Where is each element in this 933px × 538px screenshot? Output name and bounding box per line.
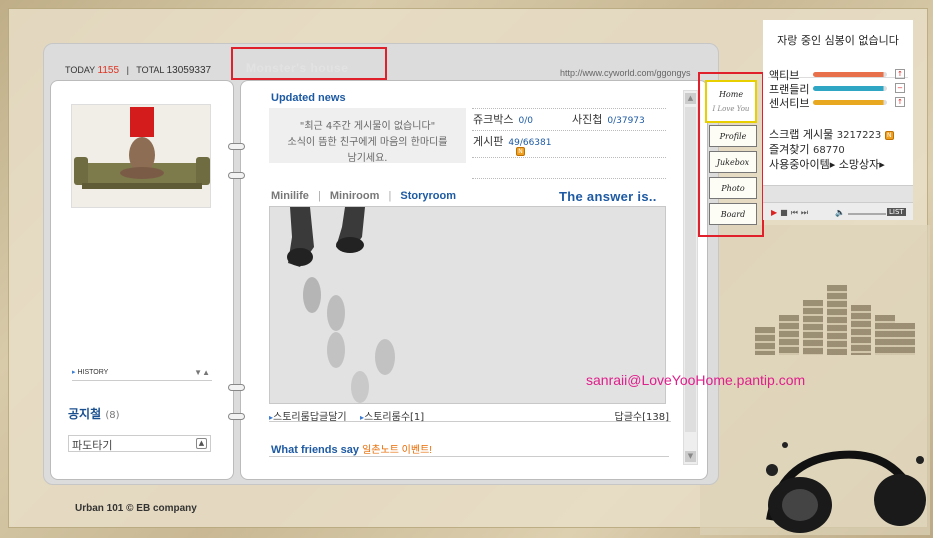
- playlist-button[interactable]: LIST: [887, 208, 906, 216]
- reply-count: 답글수[138]: [614, 412, 670, 423]
- stat-label: 게시판: [473, 135, 504, 148]
- homepage-title-box[interactable]: Monster's house: [231, 47, 387, 80]
- stat-label: 사진첩: [572, 113, 603, 126]
- history-menu[interactable]: ▸ HISTORY ▼▲: [72, 368, 212, 381]
- next-icon[interactable]: ⏭: [801, 208, 811, 217]
- homepage-url[interactable]: http://www.cyworld.com/ggongys: [560, 68, 706, 78]
- menu-tab-profile[interactable]: Profile: [709, 125, 757, 147]
- notice-count: (8): [105, 410, 120, 421]
- news-empty-line: 소식이 뜸한 친구에게 마음의 한마디를: [287, 137, 448, 148]
- music-player: ▶■⏮⏭ 🔈 LIST: [763, 185, 913, 220]
- new-badge-icon: N: [516, 147, 525, 156]
- headphone-decoration: [766, 442, 926, 533]
- binder-ring: [228, 413, 245, 420]
- stat-label: 쥬크박스: [473, 113, 514, 126]
- tab-storyroom[interactable]: Storyroom: [400, 190, 456, 202]
- play-icon[interactable]: ▶: [771, 208, 780, 217]
- total-label: TOTAL: [136, 65, 165, 75]
- menu-tab-label: Home: [718, 90, 744, 99]
- divider: [472, 178, 666, 179]
- binder-ring: [228, 172, 245, 179]
- scrap-count[interactable]: 스크랩 게시물 3217223 N: [769, 126, 894, 142]
- ilchon-event-link[interactable]: 일촌노트 이벤트!: [362, 445, 432, 456]
- copyright-text: Urban 101 © EB company: [75, 503, 197, 514]
- menu-tab-photo[interactable]: Photo: [709, 177, 757, 199]
- select-up-icon[interactable]: ▲: [196, 438, 207, 449]
- tab-miniroom[interactable]: Miniroom: [330, 190, 380, 202]
- volume-icon[interactable]: 🔈: [835, 208, 845, 217]
- history-label: HISTORY: [77, 369, 109, 376]
- menu-tab-sub: I Love You: [712, 105, 750, 113]
- news-empty-box: "최근 4주간 게시물이 없습니다" 소식이 뜸한 친구에게 마음의 한마디를 …: [269, 108, 466, 164]
- equalizer-bars-decoration: [755, 285, 915, 355]
- storyroom-footer: ▸스토리룸답글달기 ▸스토리룸수[1] 답글수[138]: [269, 406, 671, 423]
- today-count: 1155: [97, 65, 120, 76]
- tab-separator: |: [388, 190, 392, 202]
- visitor-counter: TODAY 1155 | TOTAL 13059337: [65, 65, 211, 76]
- stop-icon[interactable]: ■: [780, 208, 791, 217]
- stat-board[interactable]: 게시판 49/66381: [473, 133, 552, 149]
- storyroom-title: The answer is..: [559, 189, 657, 204]
- binder-ring: [228, 143, 245, 150]
- scroll-down-icon[interactable]: ▼: [685, 451, 696, 462]
- counter-separator: |: [126, 65, 129, 75]
- binder-ring: [228, 384, 245, 391]
- stat-value: 49/66381: [508, 138, 552, 148]
- expand-collapse-icon[interactable]: ▼▲: [194, 368, 210, 377]
- storyroom-count-link[interactable]: ▸스토리룸수[1]: [360, 408, 424, 423]
- room-tabs: Minilife | Miniroom | Storyroom: [271, 190, 456, 202]
- prev-icon[interactable]: ⏮: [791, 208, 801, 217]
- scroll-up-icon[interactable]: ▲: [685, 93, 696, 104]
- updated-news-title: Updated news: [271, 92, 346, 104]
- meter-up-icon[interactable]: ↑: [895, 97, 905, 107]
- side-widget-header: 자랑 중인 심봉이 없습니다: [777, 34, 899, 47]
- items-links[interactable]: 사용중아이템▸ 소망상자▸: [769, 156, 885, 172]
- today-label: TODAY: [65, 65, 96, 75]
- player-controls: ▶■⏮⏭: [771, 208, 811, 218]
- favorites-count[interactable]: 즐겨찾기 68770: [769, 141, 845, 157]
- profile-photo: [71, 104, 211, 208]
- notice-title: 공지철 (8): [68, 405, 119, 422]
- divider: [269, 456, 669, 457]
- surf-select-value: 파도타기: [72, 439, 113, 452]
- arrow-right-icon: ▸: [829, 158, 836, 171]
- side-widget: 자랑 중인 심봉이 없습니다 액티브 ↑ 프랜들리 − 센서티브 ↑ 스크랩 게…: [763, 20, 913, 220]
- menu-tab-board[interactable]: Board: [709, 203, 757, 225]
- divider: [472, 157, 666, 158]
- wish-box-link[interactable]: 소망상자: [839, 158, 879, 171]
- homepage-title: Monster's house: [246, 61, 349, 75]
- meter-up-icon[interactable]: ↑: [895, 69, 905, 79]
- notice-label: 공지철: [68, 407, 102, 421]
- news-empty-line: "최근 4주간 게시물이 없습니다": [299, 121, 436, 132]
- total-count: 13059337: [166, 65, 212, 76]
- divider: [472, 108, 666, 109]
- news-empty-line: 남기세요.: [347, 153, 388, 164]
- friends-say-label: What friends say: [271, 444, 360, 456]
- meter-sensitive-bar: [813, 100, 887, 105]
- meter-friendly-bar: [813, 86, 887, 91]
- stat-value: 0/37973: [607, 116, 645, 126]
- arrow-right-icon: ▸: [72, 369, 76, 376]
- menu-tab-home[interactable]: Home I Love You: [705, 80, 757, 123]
- scrollbar[interactable]: ▲ ▼: [683, 90, 698, 465]
- player-display: [763, 186, 913, 203]
- meter-active-bar: [813, 72, 887, 77]
- surf-select[interactable]: 파도타기 ▲: [68, 435, 211, 452]
- new-badge-icon: N: [884, 130, 894, 140]
- volume-slider[interactable]: [848, 213, 886, 215]
- divider: [472, 130, 666, 131]
- items-link[interactable]: 사용중아이템: [769, 158, 830, 171]
- arrow-right-icon: ▸: [879, 158, 885, 171]
- friends-say-title: What friends say 일촌노트 이벤트!: [271, 441, 432, 456]
- tab-minilife[interactable]: Minilife: [271, 190, 309, 202]
- storyroom-reply-link[interactable]: ▸스토리룸답글달기: [269, 408, 347, 423]
- email-watermark: sanraii@LoveYooHome.pantip.com: [586, 372, 806, 388]
- stat-photo[interactable]: 사진첩 0/37973: [572, 111, 645, 127]
- meter-sensitive: 센서티브: [769, 97, 810, 110]
- meter-minus-icon[interactable]: −: [895, 83, 905, 93]
- stat-jukebox[interactable]: 쥬크박스 0/0: [473, 111, 533, 127]
- menu-tab-jukebox[interactable]: Jukebox: [709, 151, 757, 173]
- stat-value: 0/0: [518, 116, 533, 126]
- tab-separator: |: [317, 190, 321, 202]
